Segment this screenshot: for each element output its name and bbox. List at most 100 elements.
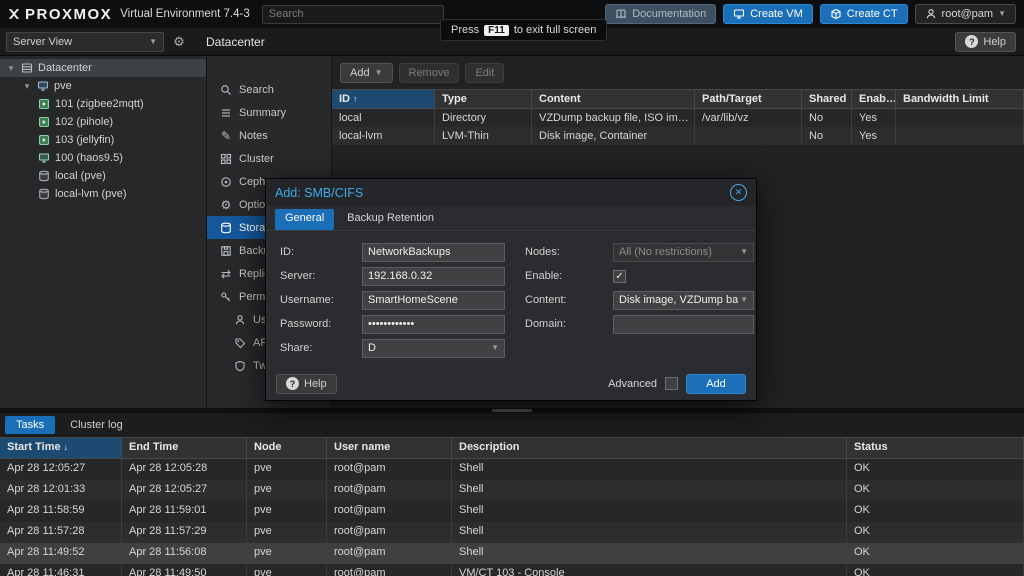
tree-item-storage-local-lvm[interactable]: local-lvm (pve)	[0, 185, 206, 203]
cell-status: OK	[847, 543, 1024, 564]
domain-field[interactable]	[613, 315, 754, 334]
list-icon	[220, 107, 232, 119]
column-header-path[interactable]: Path/Target	[695, 89, 802, 109]
tree-item-datacenter[interactable]: ▾ Datacenter	[0, 59, 206, 77]
username-field[interactable]	[362, 291, 505, 310]
panel-splitter[interactable]	[0, 408, 1024, 413]
tree-item-ct-103[interactable]: 103 (jellyfin)	[0, 131, 206, 149]
share-select[interactable]: D ▼	[362, 339, 505, 358]
cell-end: Apr 28 11:57:29	[122, 522, 247, 543]
table-row[interactable]: local Directory VZDump backup file, ISO …	[332, 109, 1024, 127]
storage-table: ID↑ Type Content Path/Target Shared Enab…	[332, 89, 1024, 145]
add-button[interactable]: Add ▼	[340, 63, 393, 83]
remove-button[interactable]: Remove	[399, 63, 460, 83]
cell-description: Shell	[452, 459, 847, 480]
content-select[interactable]: Disk image, VZDump ba ▼	[613, 291, 754, 310]
proxmox-logo-icon	[8, 8, 20, 20]
menu-item-search[interactable]: Search	[207, 78, 331, 101]
tab-cluster-log[interactable]: Cluster log	[59, 416, 134, 434]
cell-type: LVM-Thin	[435, 127, 532, 145]
cell-end: Apr 28 11:49:50	[122, 564, 247, 576]
documentation-button[interactable]: Documentation	[605, 4, 716, 24]
enable-checkbox[interactable]: ✓	[613, 270, 626, 283]
tree-item-pve[interactable]: ▾ pve	[0, 77, 206, 95]
cell-user: root@pam	[327, 522, 452, 543]
cell-description: VM/CT 103 - Console	[452, 564, 847, 576]
column-header-content[interactable]: Content	[532, 89, 695, 109]
pencil-icon: ✎	[220, 130, 232, 142]
tasks-panel: Tasks Cluster log Start Time↓ End Time N…	[0, 413, 1024, 576]
edit-button[interactable]: Edit	[465, 63, 504, 83]
cell-description: Shell	[452, 522, 847, 543]
expand-caret-icon[interactable]: ▾	[6, 63, 16, 74]
cell-status: OK	[847, 459, 1024, 480]
tab-backup-retention[interactable]: Backup Retention	[337, 209, 444, 230]
cell-enabled: Yes	[852, 127, 896, 145]
id-label: ID:	[280, 246, 362, 258]
dialog-help-button[interactable]: ? Help	[276, 374, 337, 394]
id-field[interactable]	[362, 243, 505, 262]
cell-start: Apr 28 11:49:52	[0, 543, 122, 564]
advanced-checkbox[interactable]	[665, 377, 678, 390]
question-icon: ?	[286, 377, 299, 390]
cell-start: Apr 28 12:05:27	[0, 459, 122, 480]
task-row[interactable]: Apr 28 11:46:31 Apr 28 11:49:50 pve root…	[0, 564, 1024, 576]
create-ct-label: Create CT	[847, 8, 898, 20]
dialog-header[interactable]: Add: SMB/CIFS ✕	[266, 179, 756, 206]
task-row[interactable]: Apr 28 12:05:27 Apr 28 12:05:28 pve root…	[0, 459, 1024, 480]
cell-end: Apr 28 11:59:01	[122, 501, 247, 522]
column-header-shared[interactable]: Shared	[802, 89, 852, 109]
expand-caret-icon[interactable]: ▾	[22, 81, 32, 92]
cell-start: Apr 28 11:58:59	[0, 501, 122, 522]
task-row-selected[interactable]: Apr 28 11:49:52 Apr 28 11:56:08 pve root…	[0, 543, 1024, 564]
column-header-user[interactable]: User name	[327, 437, 452, 459]
tree-settings-button[interactable]: ⚙	[168, 32, 190, 52]
column-header-type[interactable]: Type	[435, 89, 532, 109]
dialog-form: ID: Server: Username: Password: Share:	[266, 231, 756, 358]
close-icon[interactable]: ✕	[730, 184, 747, 201]
tree-item-storage-local[interactable]: local (pve)	[0, 167, 206, 185]
server-field[interactable]	[362, 267, 505, 286]
cell-end: Apr 28 12:05:28	[122, 459, 247, 480]
tree-item-ct-102[interactable]: 102 (pihole)	[0, 113, 206, 131]
tree-item-vm-100[interactable]: 100 (haos9.5)	[0, 149, 206, 167]
task-row[interactable]: Apr 28 11:57:28 Apr 28 11:57:29 pve root…	[0, 522, 1024, 543]
gear-icon: ⚙	[220, 199, 232, 211]
search-icon	[220, 84, 232, 96]
column-header-node[interactable]: Node	[247, 437, 327, 459]
column-header-description[interactable]: Description	[452, 437, 847, 459]
tab-general[interactable]: General	[275, 209, 334, 230]
help-button[interactable]: ? Help	[955, 32, 1016, 52]
resource-tree: ▾ Datacenter ▾ pve 101 (zigbee2mqtt)	[0, 56, 207, 408]
column-header-status[interactable]: Status	[847, 437, 1024, 459]
menu-item-summary[interactable]: Summary	[207, 101, 331, 124]
form-left-column: ID: Server: Username: Password: Share:	[280, 242, 505, 358]
menu-item-notes[interactable]: ✎ Notes	[207, 124, 331, 147]
tree-item-ct-101[interactable]: 101 (zigbee2mqtt)	[0, 95, 206, 113]
table-row[interactable]: local-lvm LVM-Thin Disk image, Container…	[332, 127, 1024, 145]
view-selector[interactable]: Server View ▼	[6, 32, 164, 52]
storage-icon	[38, 188, 50, 200]
column-header-enabled[interactable]: Enab…	[852, 89, 896, 109]
column-header-end-time[interactable]: End Time	[122, 437, 247, 459]
tab-tasks[interactable]: Tasks	[5, 416, 55, 434]
cell-start: Apr 28 12:01:33	[0, 480, 122, 501]
nodes-select[interactable]: All (No restrictions) ▼	[613, 243, 754, 262]
password-field[interactable]	[362, 315, 505, 334]
user-menu-button[interactable]: root@pam ▼	[915, 4, 1016, 24]
brand-subtitle: Virtual Environment 7.4-3	[120, 8, 250, 20]
task-row[interactable]: Apr 28 11:58:59 Apr 28 11:59:01 pve root…	[0, 501, 1024, 522]
splitter-grip[interactable]	[492, 409, 532, 412]
task-row[interactable]: Apr 28 12:01:33 Apr 28 12:05:27 pve root…	[0, 480, 1024, 501]
search-input[interactable]	[262, 5, 444, 24]
menu-item-cluster[interactable]: Cluster	[207, 147, 331, 170]
cell-status: OK	[847, 522, 1024, 543]
create-ct-button[interactable]: Create CT	[820, 4, 908, 24]
column-header-id[interactable]: ID↑	[332, 89, 435, 109]
cell-path: /var/lib/vz	[695, 109, 802, 127]
book-icon	[615, 8, 627, 20]
column-header-bandwidth[interactable]: Bandwidth Limit	[896, 89, 1024, 109]
create-vm-button[interactable]: Create VM	[723, 4, 813, 24]
dialog-add-button[interactable]: Add	[686, 374, 746, 394]
column-header-start-time[interactable]: Start Time↓	[0, 437, 122, 459]
